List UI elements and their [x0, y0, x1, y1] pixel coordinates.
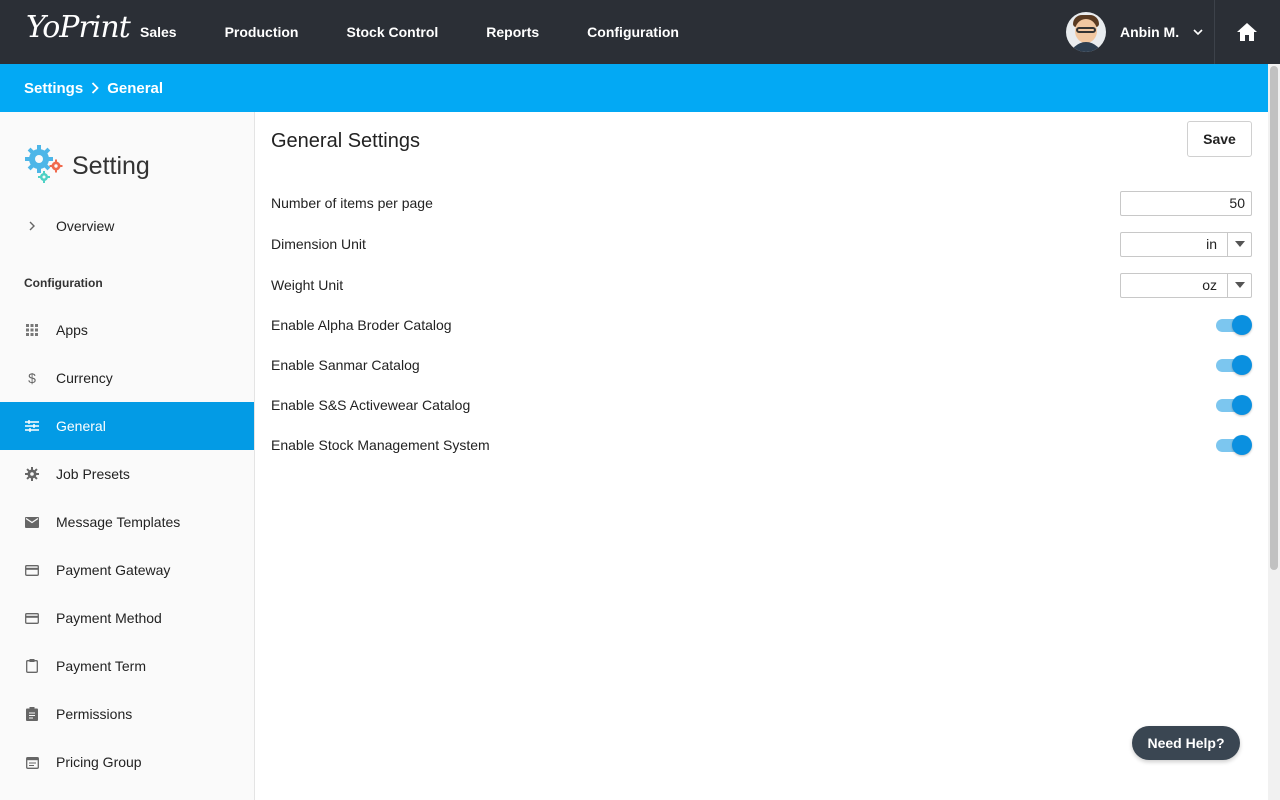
breadcrumb-general: General	[107, 79, 164, 97]
sidebar-item-pricing-group[interactable]: Pricing Group	[0, 738, 254, 786]
sidebar-title: Setting	[72, 152, 150, 180]
chevron-down-icon	[1193, 27, 1203, 37]
sidebar-item-label: Permissions	[56, 706, 133, 722]
nav-stock-control[interactable]: Stock Control	[346, 24, 438, 40]
general-settings-panel: General Settings Save Number of items pe…	[255, 112, 1268, 800]
app-logo[interactable]: YoPrint	[26, 10, 131, 45]
clipboard-icon	[24, 658, 40, 674]
credit-card-icon	[24, 562, 40, 578]
sidebar-item-label: Message Templates	[56, 514, 181, 530]
gear-icon	[24, 466, 40, 482]
main-nav: Sales Production Stock Control Reports C…	[140, 0, 727, 64]
top-navbar: YoPrint Sales Production Stock Control R…	[0, 0, 1280, 64]
save-button[interactable]: Save	[1187, 121, 1252, 157]
dimension-unit-select[interactable]: in	[1120, 231, 1252, 257]
calendar-icon	[24, 754, 40, 770]
sidebar-item-payment-gateway[interactable]: Payment Gateway	[0, 546, 254, 594]
stock-management-toggle[interactable]	[1216, 435, 1252, 455]
need-help-button[interactable]: Need Help?	[1132, 726, 1240, 760]
sidebar-item-apps[interactable]: Apps	[0, 306, 254, 354]
settings-sidebar: Setting Overview Configuration Apps $ Cu…	[0, 112, 255, 800]
tune-icon	[24, 418, 40, 434]
dimension-unit-value: in	[1206, 236, 1217, 252]
nav-reports[interactable]: Reports	[486, 24, 539, 40]
nav-configuration[interactable]: Configuration	[587, 24, 679, 40]
sidebar-item-label: Job Presets	[56, 466, 130, 482]
sidebar-item-label: Pricing Group	[56, 754, 142, 770]
sidebar-item-overview[interactable]: Overview	[0, 202, 254, 250]
apps-grid-icon	[24, 322, 40, 338]
sidebar-item-payment-method[interactable]: Payment Method	[0, 594, 254, 642]
setting-row-alpha-broder: Enable Alpha Broder Catalog	[271, 305, 1252, 345]
alpha-broder-label: Enable Alpha Broder Catalog	[271, 317, 452, 333]
nav-production[interactable]: Production	[225, 24, 299, 40]
sidebar-item-general[interactable]: General	[0, 402, 254, 450]
sidebar-section-configuration: Configuration	[24, 276, 103, 290]
alpha-broder-toggle[interactable]	[1216, 315, 1252, 335]
credit-card-icon	[24, 610, 40, 626]
dimension-unit-label: Dimension Unit	[271, 236, 366, 252]
dollar-icon: $	[28, 370, 36, 386]
stock-management-label: Enable Stock Management System	[271, 437, 490, 453]
items-per-page-label: Number of items per page	[271, 195, 433, 211]
caret-down-icon[interactable]	[1227, 232, 1251, 256]
weight-unit-value: oz	[1202, 277, 1217, 293]
sanmar-toggle[interactable]	[1216, 355, 1252, 375]
breadcrumb: Settings General	[0, 64, 1268, 112]
ss-activewear-toggle[interactable]	[1216, 395, 1252, 415]
caret-down-icon[interactable]	[1227, 273, 1251, 297]
sidebar-item-label: Apps	[56, 322, 88, 338]
setting-row-weight-unit: Weight Unit oz	[271, 265, 1252, 305]
user-name: Anbin M.	[1120, 24, 1180, 40]
weight-unit-select[interactable]: oz	[1120, 272, 1252, 298]
sidebar-item-label: Payment Term	[56, 658, 146, 674]
sanmar-label: Enable Sanmar Catalog	[271, 357, 420, 373]
sidebar-item-label: Overview	[56, 218, 115, 234]
assignment-icon	[24, 706, 40, 722]
setting-row-ss-activewear: Enable S&S Activewear Catalog	[271, 385, 1252, 425]
sidebar-item-job-presets[interactable]: Job Presets	[0, 450, 254, 498]
setting-row-stock-management: Enable Stock Management System	[271, 425, 1252, 465]
user-menu[interactable]: Anbin M.	[1066, 12, 1203, 52]
page-scrollbar-thumb[interactable]	[1270, 66, 1278, 570]
nav-sales[interactable]: Sales	[140, 24, 177, 40]
navbar-divider	[1214, 0, 1215, 64]
sidebar-item-label: Payment Gateway	[56, 562, 171, 578]
items-per-page-input[interactable]	[1120, 190, 1252, 216]
gears-icon	[24, 144, 64, 189]
sidebar-item-message-templates[interactable]: Message Templates	[0, 498, 254, 546]
weight-unit-label: Weight Unit	[271, 277, 344, 293]
setting-row-dimension-unit: Dimension Unit in	[271, 224, 1252, 264]
breadcrumb-settings[interactable]: Settings	[24, 80, 83, 97]
sidebar-item-currency[interactable]: $ Currency	[0, 354, 254, 402]
sidebar-item-label: General	[56, 418, 106, 434]
home-icon[interactable]	[1236, 22, 1258, 42]
page-title: General Settings	[271, 130, 420, 152]
chevron-right-icon	[91, 82, 99, 94]
setting-row-items-per-page: Number of items per page	[271, 183, 1252, 223]
mail-icon	[24, 514, 40, 530]
ss-activewear-label: Enable S&S Activewear Catalog	[271, 397, 471, 413]
sidebar-item-payment-term[interactable]: Payment Term	[0, 642, 254, 690]
sidebar-header: Setting	[24, 144, 150, 189]
sidebar-item-label: Currency	[56, 370, 113, 386]
sidebar-item-permissions[interactable]: Permissions	[0, 690, 254, 738]
avatar	[1066, 12, 1106, 52]
sidebar-item-label: Payment Method	[56, 610, 162, 626]
chevron-right-icon	[24, 218, 40, 234]
setting-row-sanmar: Enable Sanmar Catalog	[271, 345, 1252, 385]
